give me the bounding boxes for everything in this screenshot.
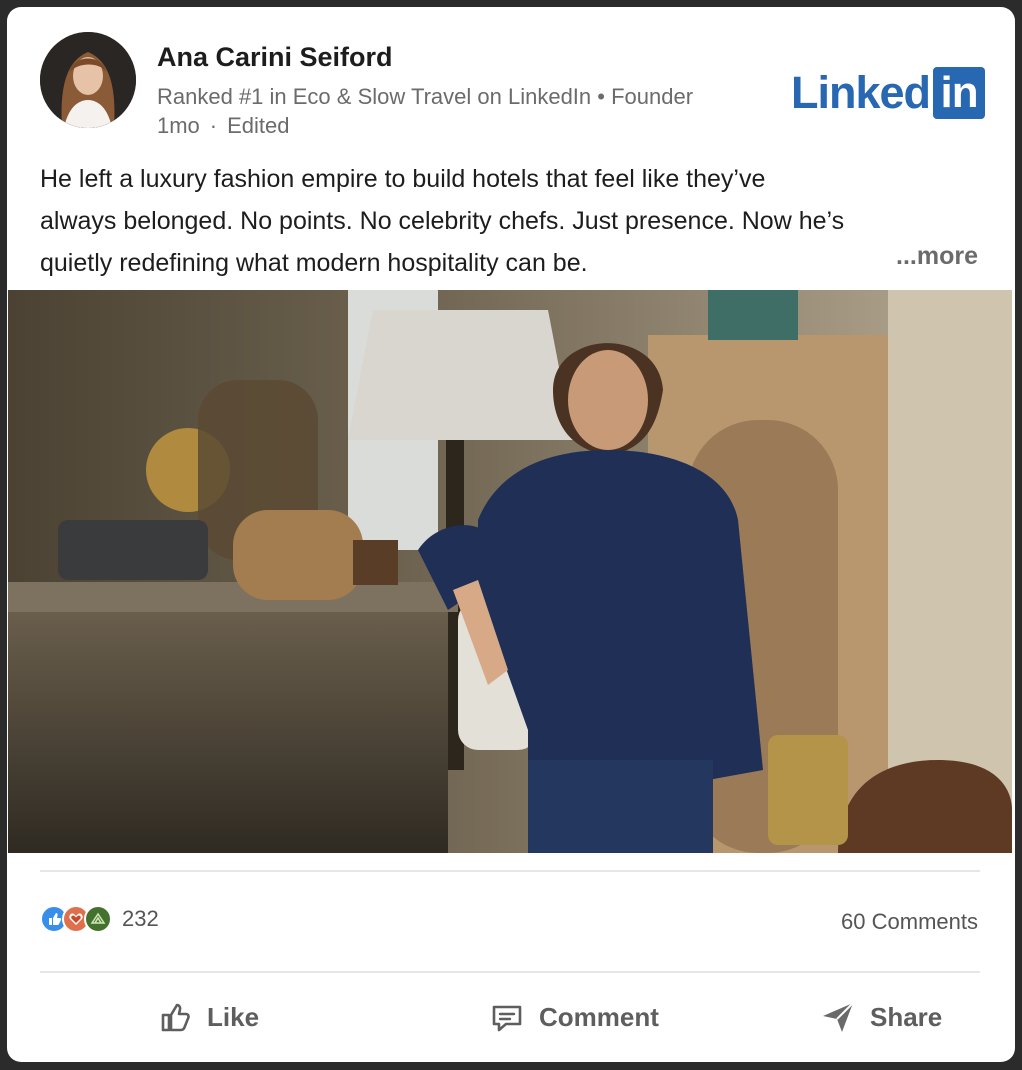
post-photo [8, 290, 1012, 853]
share-label: Share [870, 1001, 943, 1032]
post-meta: 1mo · Edited [157, 113, 290, 139]
action-bar: Like Comment Share [7, 992, 1015, 1042]
comment-label: Comment [539, 1001, 659, 1032]
support-icon [84, 905, 112, 933]
reactions-summary[interactable]: 232 [40, 905, 159, 933]
post-card: Ana Carini Seiford Ranked #1 in Eco & Sl… [7, 7, 1015, 1062]
linkedin-in-box: in [933, 67, 986, 119]
author-headline: Ranked #1 in Eco & Slow Travel on Linked… [157, 84, 694, 109]
like-label: Like [207, 1001, 260, 1032]
stats-divider-bottom [40, 971, 980, 973]
post-image[interactable] [8, 290, 1012, 853]
edited-label: Edited [227, 113, 290, 138]
linkedin-logo: Linked in [791, 67, 986, 119]
author-name[interactable]: Ana Carini Seiford [157, 42, 393, 73]
stats-divider-top [40, 870, 980, 872]
share-icon [823, 1002, 854, 1032]
post-text-line: always belonged. No points. No celebrity… [40, 207, 845, 235]
post-text-line: quietly redefining what modern hospitali… [40, 249, 588, 277]
reaction-count: 232 [122, 906, 159, 931]
comments-count[interactable]: 60 Comments [841, 909, 978, 935]
share-button[interactable]: Share [820, 992, 942, 1042]
author-avatar[interactable] [40, 32, 136, 128]
post-time: 1mo [157, 113, 200, 138]
meta-separator: · [209, 113, 218, 138]
post-text: He left a luxury fashion empire to build… [40, 158, 984, 284]
avatar-photo [40, 32, 136, 128]
post-text-line: He left a luxury fashion empire to build… [40, 165, 766, 193]
thumbs-up-icon [161, 1003, 190, 1032]
see-more-link[interactable]: ...more [896, 242, 978, 271]
linkedin-wordmark: Linked [791, 67, 931, 118]
like-button[interactable]: Like [157, 992, 259, 1042]
comment-icon [492, 1005, 522, 1032]
comment-button[interactable]: Comment [489, 992, 659, 1042]
